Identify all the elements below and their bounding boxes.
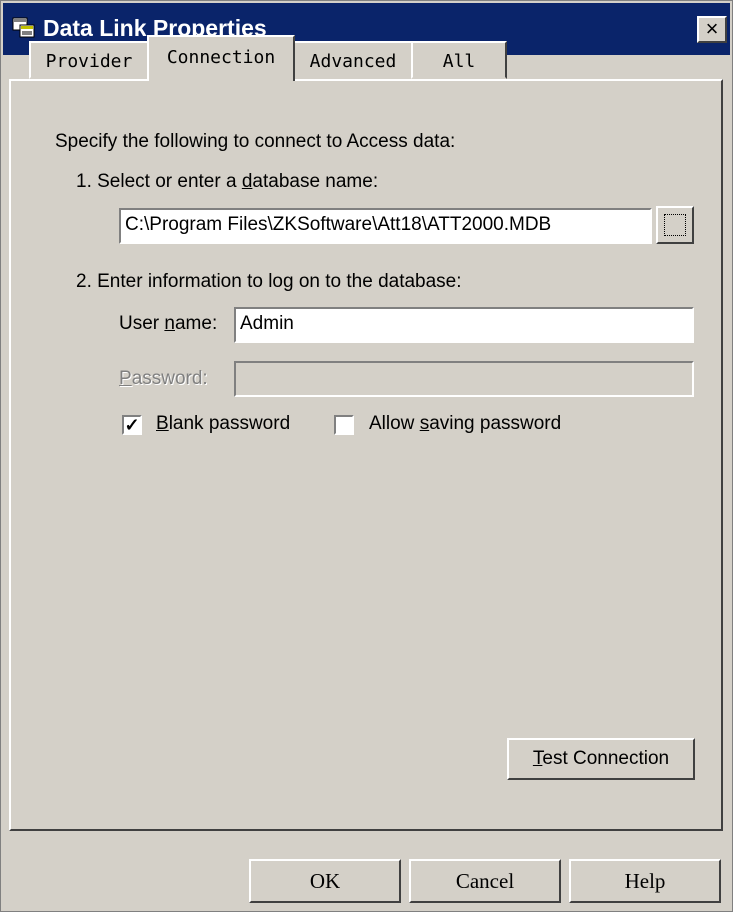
tab-connection[interactable]: Connection bbox=[147, 35, 295, 81]
ok-button[interactable]: OK bbox=[249, 859, 401, 903]
allow-saving-password-label[interactable]: Allow saving password bbox=[369, 413, 561, 435]
ellipsis-icon bbox=[664, 214, 686, 236]
close-icon: × bbox=[705, 16, 719, 41]
data-link-properties-dialog: Data Link Properties × Provider Connecti… bbox=[0, 0, 733, 912]
blank-password-checkbox[interactable]: ✓ bbox=[122, 415, 142, 435]
database-name-input[interactable]: C:\Program Files\ZKSoftware\Att18\ATT200… bbox=[119, 208, 652, 244]
username-input[interactable]: Admin bbox=[234, 307, 694, 343]
tab-advanced[interactable]: Advanced bbox=[293, 41, 413, 79]
allow-saving-password-checkbox[interactable] bbox=[334, 415, 354, 435]
tab-all[interactable]: All bbox=[411, 41, 507, 79]
intro-text: Specify the following to connect to Acce… bbox=[55, 131, 456, 152]
help-button[interactable]: Help bbox=[569, 859, 721, 903]
password-input bbox=[234, 361, 694, 397]
username-label: User name: bbox=[119, 313, 218, 334]
blank-password-label[interactable]: Blank password bbox=[156, 413, 290, 435]
cancel-button[interactable]: Cancel bbox=[409, 859, 561, 903]
step2-label: 2. Enter information to log on to the da… bbox=[76, 271, 462, 292]
password-label: Password: bbox=[119, 368, 208, 389]
browse-button[interactable] bbox=[656, 206, 694, 244]
step1-label: 1. Select or enter a database name: bbox=[76, 171, 379, 192]
tab-provider[interactable]: Provider bbox=[29, 41, 149, 79]
close-button[interactable]: × bbox=[697, 16, 727, 43]
test-connection-button[interactable]: Test Connection bbox=[507, 738, 695, 780]
data-link-icon bbox=[12, 17, 35, 38]
